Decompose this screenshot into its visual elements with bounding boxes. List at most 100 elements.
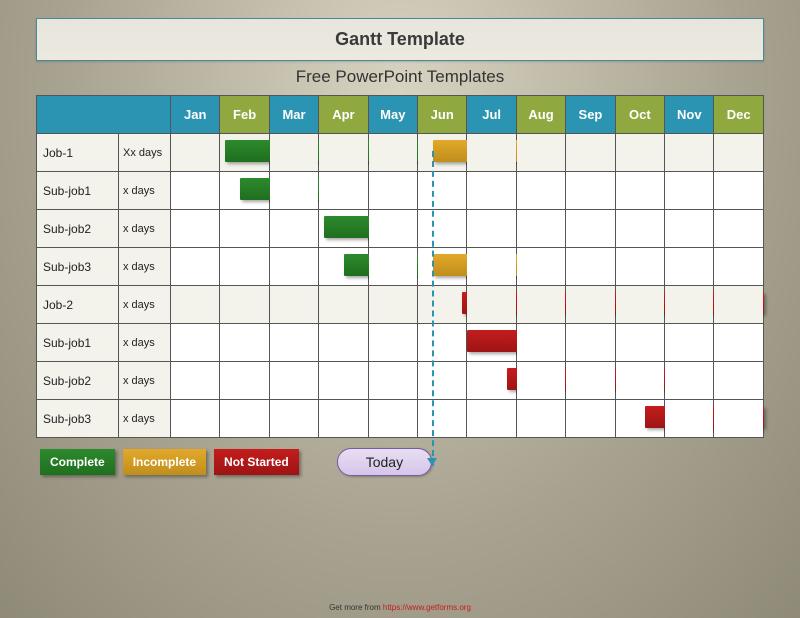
task-duration: x days (119, 248, 171, 286)
gantt-cell (319, 248, 368, 286)
gantt-cell (615, 286, 664, 324)
page-title: Gantt Template (36, 18, 764, 61)
task-duration: x days (119, 286, 171, 324)
gantt-cell (714, 362, 764, 400)
task-name: Job-1 (37, 134, 119, 172)
gantt-cell (615, 210, 664, 248)
gantt-cell (319, 210, 368, 248)
month-header: Nov (665, 96, 714, 134)
legend: Complete Incomplete Not Started Today (40, 448, 800, 476)
gantt-cell (615, 172, 664, 210)
gantt-cell (220, 248, 269, 286)
gantt-cell (368, 286, 417, 324)
task-name: Sub-job1 (37, 324, 119, 362)
gantt-cell (220, 172, 269, 210)
gantt-cell (269, 324, 318, 362)
task-duration: Xx days (119, 134, 171, 172)
gantt-cell (171, 134, 220, 172)
task-duration: x days (119, 210, 171, 248)
gantt-cell (566, 248, 615, 286)
gantt-cell (467, 210, 516, 248)
gantt-cell (418, 286, 467, 324)
gantt-cell (714, 324, 764, 362)
gantt-cell (269, 172, 318, 210)
task-duration: x days (119, 172, 171, 210)
gantt-cell (566, 134, 615, 172)
gantt-cell (566, 172, 615, 210)
gantt-cell (319, 400, 368, 438)
task-name: Sub-job1 (37, 172, 119, 210)
gantt-cell (665, 286, 714, 324)
month-header: Jan (171, 96, 220, 134)
gantt-cell (665, 324, 714, 362)
gantt-cell (418, 400, 467, 438)
footer-text: Get more from (329, 603, 383, 612)
gantt-cell (171, 172, 220, 210)
footer-link[interactable]: https://www.getforms.org (383, 603, 471, 612)
gantt-cell (368, 248, 417, 286)
gantt-cell (220, 362, 269, 400)
gantt-cell (418, 172, 467, 210)
gantt-cell (418, 362, 467, 400)
gantt-cell (319, 134, 368, 172)
month-header: Feb (220, 96, 269, 134)
task-duration: x days (119, 400, 171, 438)
gantt-cell (714, 172, 764, 210)
gantt-cell (615, 134, 664, 172)
gantt-cell (269, 134, 318, 172)
gantt-cell (368, 400, 417, 438)
gantt-cell (171, 286, 220, 324)
gantt-cell (615, 248, 664, 286)
gantt-cell (220, 400, 269, 438)
gantt-cell (615, 324, 664, 362)
gantt-cell (714, 400, 764, 438)
gantt-cell (220, 324, 269, 362)
gantt-cell (171, 324, 220, 362)
task-name: Sub-job2 (37, 362, 119, 400)
today-arrow-icon (427, 458, 437, 466)
header-empty (37, 96, 171, 134)
gantt-cell (269, 286, 318, 324)
gantt-cell (714, 248, 764, 286)
gantt-cell (269, 210, 318, 248)
month-header: Dec (714, 96, 764, 134)
month-header: Jul (467, 96, 516, 134)
gantt-cell (319, 324, 368, 362)
gantt-cell (368, 172, 417, 210)
gantt-cell (714, 286, 764, 324)
gantt-cell (418, 134, 467, 172)
gantt-cell (566, 324, 615, 362)
gantt-cell (467, 400, 516, 438)
gantt-cell (665, 134, 714, 172)
gantt-cell (171, 248, 220, 286)
gantt-cell (269, 400, 318, 438)
footer: Get more from https://www.getforms.org (0, 603, 800, 612)
gantt-cell (516, 324, 565, 362)
task-duration: x days (119, 324, 171, 362)
gantt-cell (418, 248, 467, 286)
gantt-cell (220, 210, 269, 248)
month-header: Aug (516, 96, 565, 134)
gantt-cell (516, 134, 565, 172)
gantt-cell (319, 286, 368, 324)
gantt-cell (418, 210, 467, 248)
gantt-cell (714, 210, 764, 248)
month-header: Oct (615, 96, 664, 134)
gantt-cell (467, 134, 516, 172)
gantt-cell (566, 400, 615, 438)
task-name: Sub-job3 (37, 400, 119, 438)
month-header: Mar (269, 96, 318, 134)
legend-incomplete: Incomplete (123, 449, 206, 475)
gantt-cell (516, 172, 565, 210)
gantt-cell (319, 362, 368, 400)
gantt-cell (516, 400, 565, 438)
gantt-cell (566, 210, 615, 248)
gantt-cell (566, 286, 615, 324)
gantt-cell (467, 362, 516, 400)
task-name: Sub-job3 (37, 248, 119, 286)
legend-complete: Complete (40, 449, 115, 475)
gantt-cell (566, 362, 615, 400)
gantt-cell (467, 324, 516, 362)
gantt-cell (269, 362, 318, 400)
gantt-cell (418, 324, 467, 362)
